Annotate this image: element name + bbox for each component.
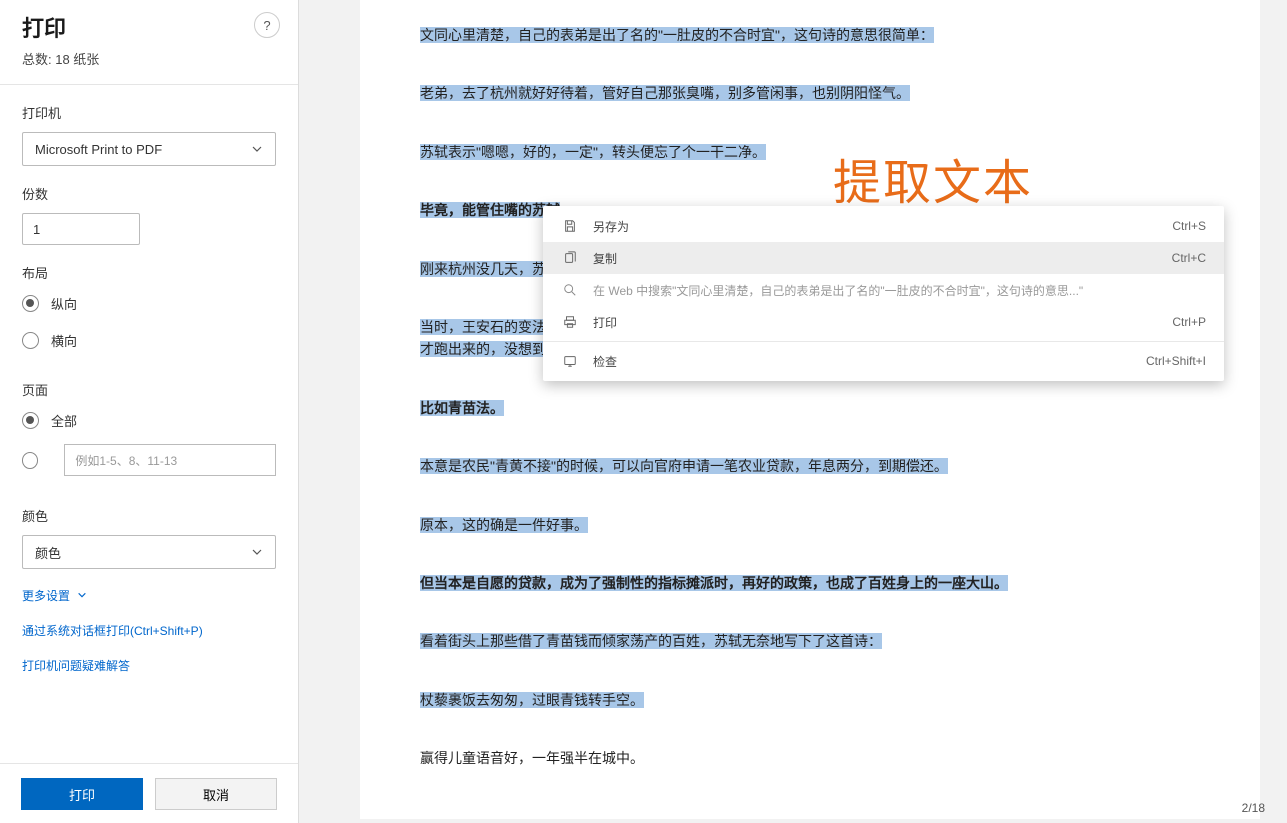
ctx-print[interactable]: 打印 Ctrl+P (543, 306, 1224, 338)
print-icon (561, 313, 579, 331)
shortcut: Ctrl+S (1172, 219, 1206, 233)
paragraph: 但当本是自愿的贷款，成为了强制性的指标摊派时，再好的政策，也成了百姓身上的一座大… (420, 572, 1200, 594)
page-preview: 文同心里清楚，自己的表弟是出了名的"一肚皮的不合时宜"，这句诗的意思很简单： 老… (360, 0, 1260, 819)
paragraph: 看着街头上那些借了青苗钱而倾家荡产的百姓，苏轼无奈地写下了这首诗： (420, 630, 1200, 652)
printer-label: 打印机 (22, 103, 276, 122)
layout-label: 布局 (22, 263, 276, 282)
layout-landscape-label: 横向 (51, 331, 77, 350)
print-sidebar: 打印 总数: 18 纸张 ? 打印机 Microsoft Print to PD… (0, 0, 298, 823)
radio-icon (22, 452, 38, 469)
ctx-copy[interactable]: 复制 Ctrl+C (543, 242, 1224, 274)
print-button[interactable]: 打印 (21, 778, 143, 810)
cancel-button[interactable]: 取消 (155, 778, 277, 810)
sidebar-content: 打印 总数: 18 纸张 ? 打印机 Microsoft Print to PD… (0, 0, 298, 764)
troubleshoot-link[interactable]: 打印机问题疑难解答 (22, 657, 276, 674)
pages-custom-input[interactable]: 例如1-5、8、11-13 (64, 444, 276, 476)
annotation-text: 提取文本 (833, 143, 1033, 213)
shortcut: Ctrl+C (1172, 251, 1206, 265)
paragraph: 赢得儿童语音好，一年强半在城中。 (420, 747, 1200, 769)
pages-all-row[interactable]: 全部 (22, 411, 276, 430)
copies-input[interactable]: 1 (22, 213, 140, 245)
ctx-label: 检查 (593, 353, 617, 370)
copies-value: 1 (33, 222, 40, 237)
paragraph: 本意是农民"青黄不接"的时候，可以向官府申请一笔农业贷款，年息两分，到期偿还。 (420, 455, 1200, 477)
pages-label: 页面 (22, 380, 276, 399)
chevron-down-icon (74, 589, 87, 603)
help-button[interactable]: ? (254, 12, 280, 38)
printer-value: Microsoft Print to PDF (35, 142, 162, 157)
paragraph: 比如青苗法。 (420, 397, 1200, 419)
shortcut: Ctrl+P (1172, 315, 1206, 329)
shortcut: Ctrl+Shift+I (1146, 354, 1206, 368)
ctx-search-web[interactable]: 在 Web 中搜索"文同心里清楚，自己的表弟是出了名的"一肚皮的不合时宜"，这句… (543, 274, 1224, 306)
more-settings-label: 更多设置 (22, 589, 70, 603)
ctx-save-as[interactable]: 另存为 Ctrl+S (543, 210, 1224, 242)
sidebar-footer: 打印 取消 (0, 765, 298, 823)
color-label: 颜色 (22, 506, 276, 525)
radio-icon (22, 295, 39, 312)
paragraph: 原本，这的确是一件好事。 (420, 514, 1200, 536)
search-icon (561, 281, 579, 299)
paragraph: 老弟，去了杭州就好好待着，管好自己那张臭嘴，别多管闲事，也别阴阳怪气。 (420, 82, 1200, 104)
inspect-icon (561, 352, 579, 370)
ctx-inspect[interactable]: 检查 Ctrl+Shift+I (543, 345, 1224, 377)
dialog-subtitle: 总数: 18 纸张 (22, 49, 276, 68)
color-select[interactable]: 颜色 (22, 535, 276, 569)
separator (0, 84, 298, 85)
page-counter: 2/18 (1242, 801, 1265, 815)
printer-select[interactable]: Microsoft Print to PDF (22, 132, 276, 166)
copy-icon (561, 249, 579, 267)
copies-label: 份数 (22, 184, 276, 203)
system-dialog-link[interactable]: 通过系统对话框打印(Ctrl+Shift+P) (22, 622, 276, 639)
paragraph: 苏轼表示"嗯嗯，好的，一定"，转头便忘了个一干二净。 (420, 141, 1200, 163)
more-settings-link[interactable]: 更多设置 (22, 587, 276, 604)
color-value: 颜色 (35, 543, 61, 562)
radio-icon (22, 412, 39, 429)
layout-portrait-label: 纵向 (51, 294, 77, 313)
ctx-label: 复制 (593, 250, 617, 267)
dialog-title: 打印 (22, 11, 276, 43)
ctx-label: 在 Web 中搜索"文同心里清楚，自己的表弟是出了名的"一肚皮的不合时宜"，这句… (593, 282, 1083, 299)
radio-icon (22, 332, 39, 349)
context-menu-separator (543, 341, 1224, 342)
chevron-down-icon (251, 546, 263, 558)
paragraph: 文同心里清楚，自己的表弟是出了名的"一肚皮的不合时宜"，这句诗的意思很简单： (420, 24, 1200, 46)
ctx-label: 打印 (593, 314, 617, 331)
pages-custom-row[interactable]: 例如1-5、8、11-13 (22, 444, 276, 476)
ctx-label: 另存为 (593, 218, 629, 235)
chevron-down-icon (251, 143, 263, 155)
pages-all-label: 全部 (51, 411, 77, 430)
layout-landscape-row[interactable]: 横向 (22, 331, 276, 350)
paragraph: 杖藜裹饭去匆匆，过眼青钱转手空。 (420, 689, 1200, 711)
layout-portrait-row[interactable]: 纵向 (22, 294, 276, 313)
context-menu: 另存为 Ctrl+S 复制 Ctrl+C 在 Web 中搜索"文同心里清楚，自己… (543, 206, 1224, 381)
save-icon (561, 217, 579, 235)
